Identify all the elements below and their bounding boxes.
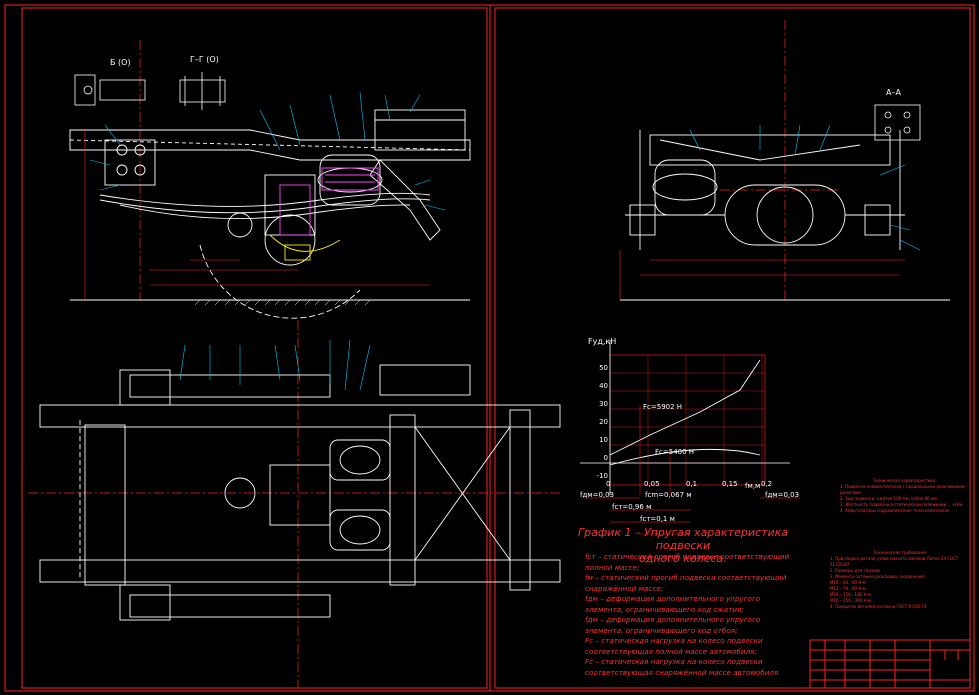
y-tick: 0 [603, 454, 608, 462]
y-tick: 30 [599, 400, 608, 408]
plan-view-leaders [179, 339, 371, 391]
legend-item: fдм – деформация дополнительного упругог… [585, 594, 761, 614]
side-view-dimensions [84, 130, 430, 300]
x-tick: 0,1 [686, 480, 698, 488]
technical-characteristics: Техническая характеристика 1. Подвеска п… [840, 478, 968, 514]
tech-line: 1. Подвеска пневматическая с продольными… [840, 484, 965, 495]
side-view-assembly [69, 109, 471, 319]
graph-annotation-lower: Fс=5400 Н [655, 448, 695, 456]
legend-item: fм – статический прогиб подвески соответ… [585, 573, 787, 593]
graph-dim-left-2: fcт=0,96 м [612, 503, 652, 511]
graph-annotation-upper: Fс=5902 Н [643, 403, 683, 411]
front-view-dimensions [619, 250, 905, 300]
x-tick: 0,2 [761, 480, 773, 488]
tech-line: 4. Покрытие деталей согласно ГОСТ 9.032-… [830, 604, 927, 609]
y-tick: 50 [599, 364, 608, 372]
legend-item: Fс – статическая нагрузка на колесо подв… [585, 657, 779, 677]
graph-title-line1: График 1 – Упругая характеристика подвес… [578, 526, 788, 552]
legend-item: fст – статический прогиб подвески соотве… [585, 552, 790, 572]
tech-line: 4. Амортизаторы гидравлические телескопи… [840, 508, 950, 513]
graph-y-axis-label: Fуд,кН [588, 337, 617, 346]
graph-y-ticks: 50 40 30 20 10 0 -10 [592, 359, 608, 485]
legend-item: Fс – статическая нагрузка на колесо подв… [585, 636, 763, 656]
legend: fст – статический прогиб подвески соотве… [585, 552, 800, 678]
front-view-leaders [689, 124, 921, 251]
section-details-top [74, 72, 226, 110]
graph-dim-right: fдм=0,03 [765, 491, 800, 499]
highlighted-parts [269, 167, 379, 261]
graph-dim-left-3: fcт=0,1 м [640, 515, 675, 523]
x-tick: 0,15 [722, 480, 738, 488]
section-label-g: Г–Г (О) [190, 55, 219, 64]
drawing-frame [4, 4, 975, 692]
ground-hatch-left [194, 299, 371, 306]
graph-x-axis-label: fм,м [745, 482, 761, 490]
plan-view-assembly [39, 364, 561, 621]
title-block [809, 639, 971, 689]
technical-requirements: Технические требования 1. При сборке дет… [830, 550, 970, 610]
section-label-b: Б (О) [110, 58, 131, 67]
graph-dim-left-1: fcm=0,067 м [645, 491, 692, 499]
graph-dim-left-start: fдм=0,03 [580, 491, 615, 499]
y-tick: 10 [599, 436, 608, 444]
y-tick: 20 [599, 418, 608, 426]
x-tick: 0 [606, 480, 611, 488]
legend-item: fдм – деформация дополнительного упругог… [585, 615, 761, 635]
tech-line: 1. При сборке детали узлов смазать смазк… [830, 556, 959, 567]
section-label-a: А–А [886, 88, 901, 97]
y-tick: 40 [599, 382, 608, 390]
x-tick: 0,05 [644, 480, 660, 488]
